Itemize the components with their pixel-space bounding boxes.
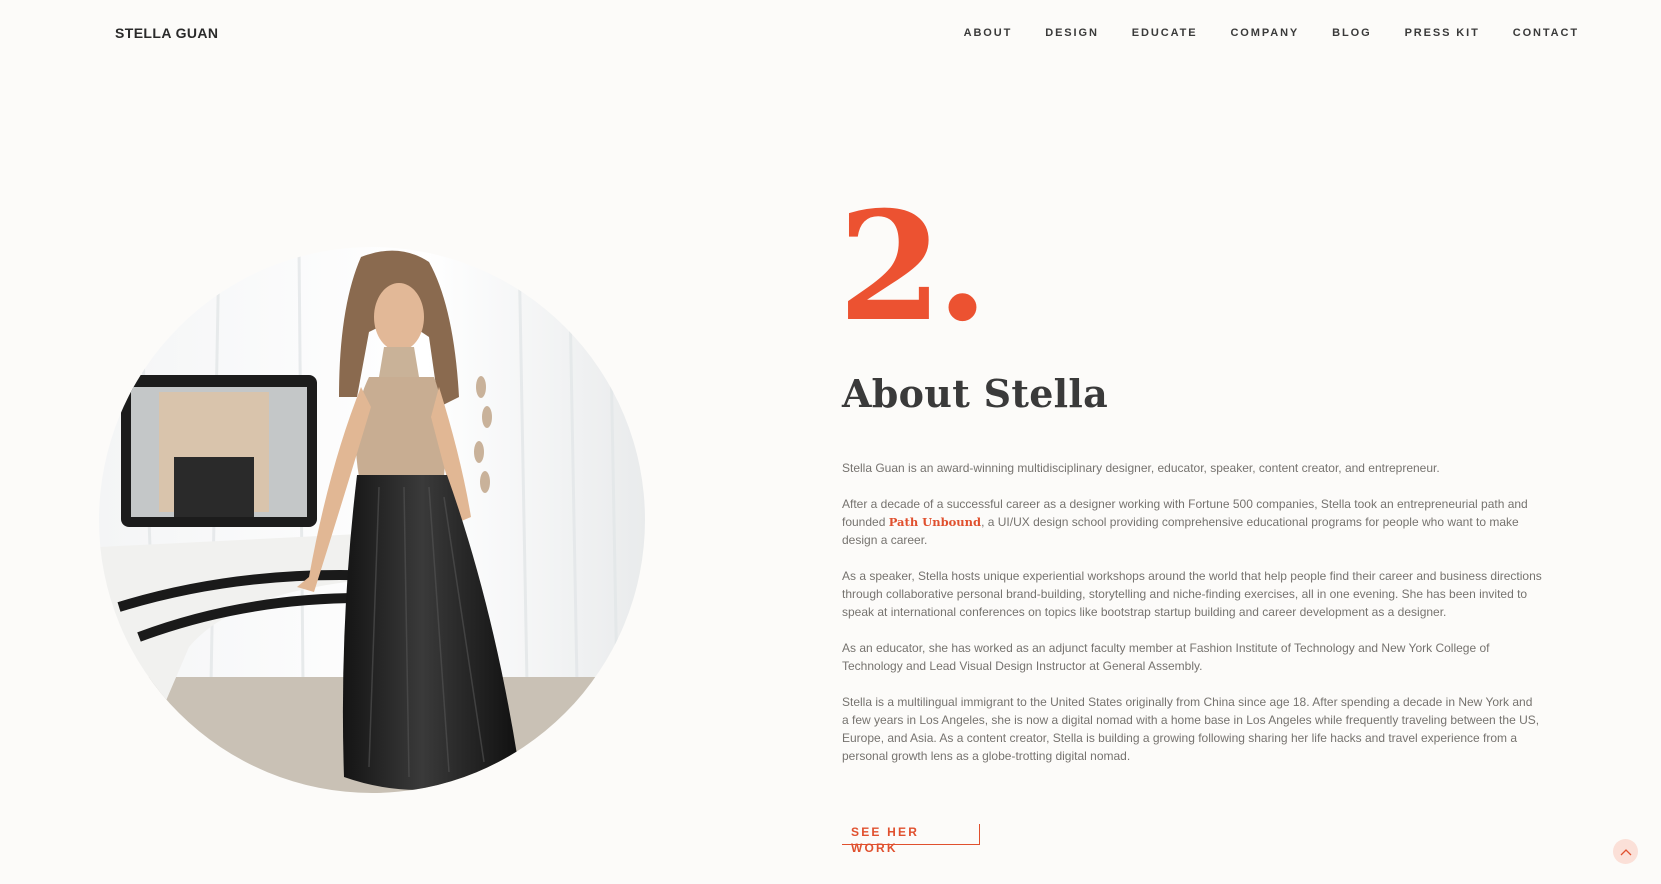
nav-about[interactable]: ABOUT <box>964 27 1013 39</box>
see-her-work-button[interactable]: SEE HER WORK <box>842 824 980 855</box>
nav-press-kit[interactable]: PRESS KIT <box>1405 27 1480 39</box>
path-unbound-link[interactable]: Path Unbound <box>889 515 981 529</box>
section-number: 2. <box>838 179 989 355</box>
back-to-top-button[interactable] <box>1613 839 1638 864</box>
nav-design[interactable]: DESIGN <box>1045 27 1099 39</box>
nav-contact[interactable]: CONTACT <box>1513 27 1579 39</box>
site-logo[interactable]: STELLA GUAN <box>115 25 218 41</box>
nav-educate[interactable]: EDUCATE <box>1132 27 1198 39</box>
bio-paragraph: As an educator, she has worked as an adj… <box>842 641 1490 673</box>
bio-paragraph: After a decade of a successful career as… <box>842 495 1542 549</box>
bio-paragraph: As a speaker, Stella hosts unique experi… <box>842 569 1542 619</box>
nav-blog[interactable]: BLOG <box>1332 27 1371 39</box>
main-nav: ABOUT DESIGN EDUCATE COMPANY BLOG PRESS … <box>964 27 1579 39</box>
page-title: About Stella <box>842 371 1109 416</box>
nav-company[interactable]: COMPANY <box>1230 27 1299 39</box>
portrait-photo <box>99 247 645 793</box>
bio-paragraph: Stella is a multilingual immigrant to th… <box>842 695 1540 763</box>
bio-text: Stella Guan is an award-winning multidis… <box>842 459 1542 783</box>
chevron-up-icon <box>1620 843 1632 861</box>
bio-paragraph: Stella Guan is an award-winning multidis… <box>842 461 1440 475</box>
